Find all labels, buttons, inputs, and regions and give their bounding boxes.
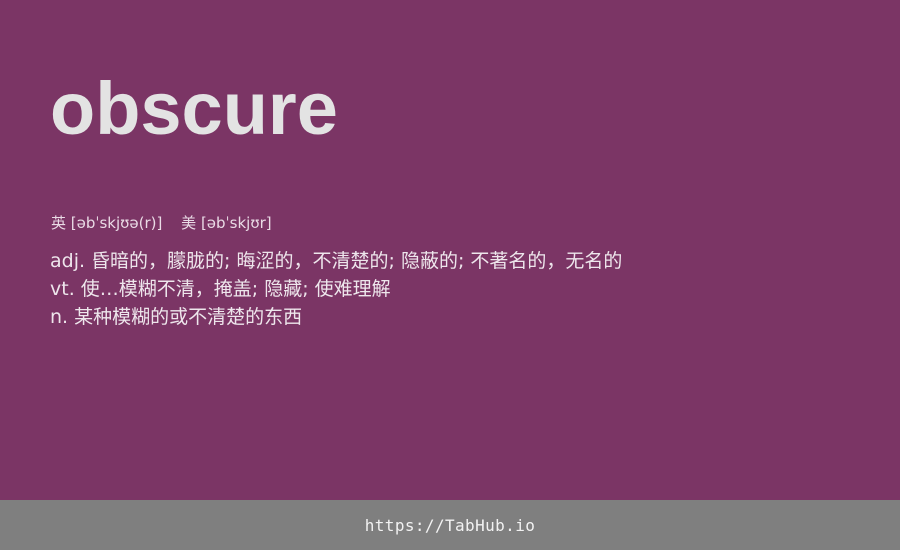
headword: obscure: [50, 67, 338, 150]
phonetic-us: 美 [əbˈskjʊr]: [181, 214, 272, 232]
tabhub-link[interactable]: https://TabHub.io: [365, 516, 536, 535]
definitions: adj. 昏暗的，朦胧的; 晦涩的，不清楚的; 隐蔽的; 不著名的，无名的 vt…: [50, 247, 622, 331]
definition-line-n: n. 某种模糊的或不清楚的东西: [50, 306, 303, 328]
definition-line-vt: vt. 使…模糊不清，掩盖; 隐藏; 使难理解: [50, 278, 391, 300]
phonetic-uk: 英 [əbˈskjʊə(r)]: [51, 214, 163, 232]
footer-bar: https://TabHub.io: [0, 500, 900, 550]
phonetics: 英 [əbˈskjʊə(r)] 美 [əbˈskjʊr]: [51, 213, 272, 233]
definition-line-adj: adj. 昏暗的，朦胧的; 晦涩的，不清楚的; 隐蔽的; 不著名的，无名的: [50, 250, 623, 272]
dictionary-card: obscure 英 [əbˈskjʊə(r)] 美 [əbˈskjʊr] adj…: [0, 0, 900, 550]
